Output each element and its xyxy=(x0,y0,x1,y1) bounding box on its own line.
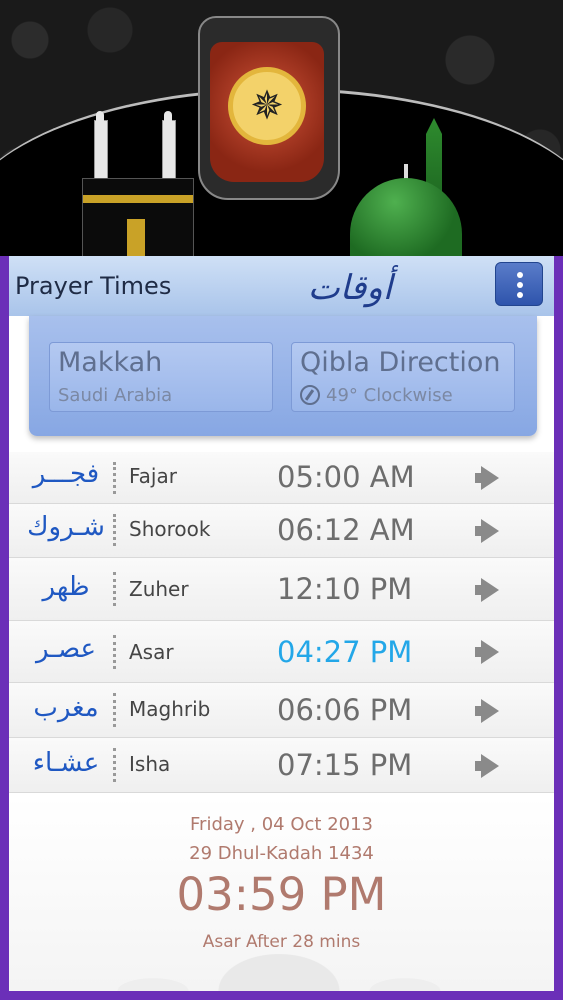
arabic-label: مغرب xyxy=(33,693,99,723)
next-prayer-countdown: Asar After 28 mins xyxy=(202,932,361,952)
qibla-value: 49° Clockwise xyxy=(326,385,453,406)
prayer-row-zuher[interactable]: ظهر Zuher 12:10 PM xyxy=(9,558,554,621)
speaker-icon[interactable] xyxy=(475,640,503,664)
speaker-icon[interactable] xyxy=(475,519,503,543)
qibla-box[interactable]: Qibla Direction 49° Clockwise xyxy=(291,342,515,412)
current-time: 03:59 PM xyxy=(176,868,387,921)
compass-logo: ✵ xyxy=(198,16,340,200)
main-card: Prayer Times أوقات الصلاة Makkah Saudi A… xyxy=(0,256,563,1000)
prayer-time-current: 04:27 PM xyxy=(277,635,413,669)
city-name: Makkah xyxy=(58,347,163,378)
prayer-row-isha[interactable]: عشـاء Isha 07:15 PM xyxy=(9,738,554,793)
app-title: Prayer Times xyxy=(15,272,172,300)
speaker-icon[interactable] xyxy=(475,754,503,778)
info-panel: Makkah Saudi Arabia Qibla Direction 49° … xyxy=(29,316,537,436)
prayer-list: فجـــر Fajar 05:00 AM شـروك Shorook 06:1… xyxy=(9,452,554,793)
calligraphy-logo: أوقات الصلاة xyxy=(306,268,393,364)
speaker-icon[interactable] xyxy=(475,578,503,602)
prayer-name: Zuher xyxy=(129,577,189,601)
country-name: Saudi Arabia xyxy=(58,385,173,406)
prayer-time: 06:12 AM xyxy=(277,513,415,547)
prayer-name: Maghrib xyxy=(129,697,211,721)
title-bar: Prayer Times أوقات الصلاة xyxy=(9,256,554,364)
arabic-label: ظهر xyxy=(42,572,90,602)
prayer-name: Asar xyxy=(129,640,174,664)
prayer-time: 07:15 PM xyxy=(277,748,413,782)
arabic-label: فجـــر xyxy=(32,459,100,489)
overflow-menu-icon[interactable] xyxy=(495,262,543,306)
footer: Friday , 04 Oct 2013 29 Dhul-Kadah 1434 … xyxy=(9,796,554,991)
prayer-name: Fajar xyxy=(129,464,177,488)
location-box[interactable]: Makkah Saudi Arabia xyxy=(49,342,273,412)
prayer-time: 06:06 PM xyxy=(277,693,413,727)
prayer-time: 05:00 AM xyxy=(277,460,415,494)
arabic-label: عصـر xyxy=(35,634,97,664)
gregorian-date: Friday , 04 Oct 2013 xyxy=(190,814,373,835)
prayer-row-fajar[interactable]: فجـــر Fajar 05:00 AM xyxy=(9,452,554,504)
qibla-label: Qibla Direction xyxy=(300,347,501,378)
prayer-row-shorook[interactable]: شـروك Shorook 06:12 AM xyxy=(9,504,554,558)
prayer-time: 12:10 PM xyxy=(277,572,413,606)
header-banner: ✵ xyxy=(0,0,563,258)
prayer-row-maghrib[interactable]: مغرب Maghrib 06:06 PM xyxy=(9,683,554,738)
hijri-date: 29 Dhul-Kadah 1434 xyxy=(189,843,374,864)
green-dome-image xyxy=(346,118,466,258)
arabic-label: شـروك xyxy=(27,512,105,542)
prayer-name: Isha xyxy=(129,752,171,776)
prayer-row-asar[interactable]: عصـر Asar 04:27 PM xyxy=(9,621,554,683)
prayer-name: Shorook xyxy=(129,517,211,541)
speaker-icon[interactable] xyxy=(475,466,503,490)
compass-icon: ✵ xyxy=(228,67,306,145)
speaker-icon[interactable] xyxy=(475,699,503,723)
compass-icon xyxy=(300,385,320,405)
kaaba-image xyxy=(80,111,195,258)
arabic-label: عشـاء xyxy=(32,748,100,778)
